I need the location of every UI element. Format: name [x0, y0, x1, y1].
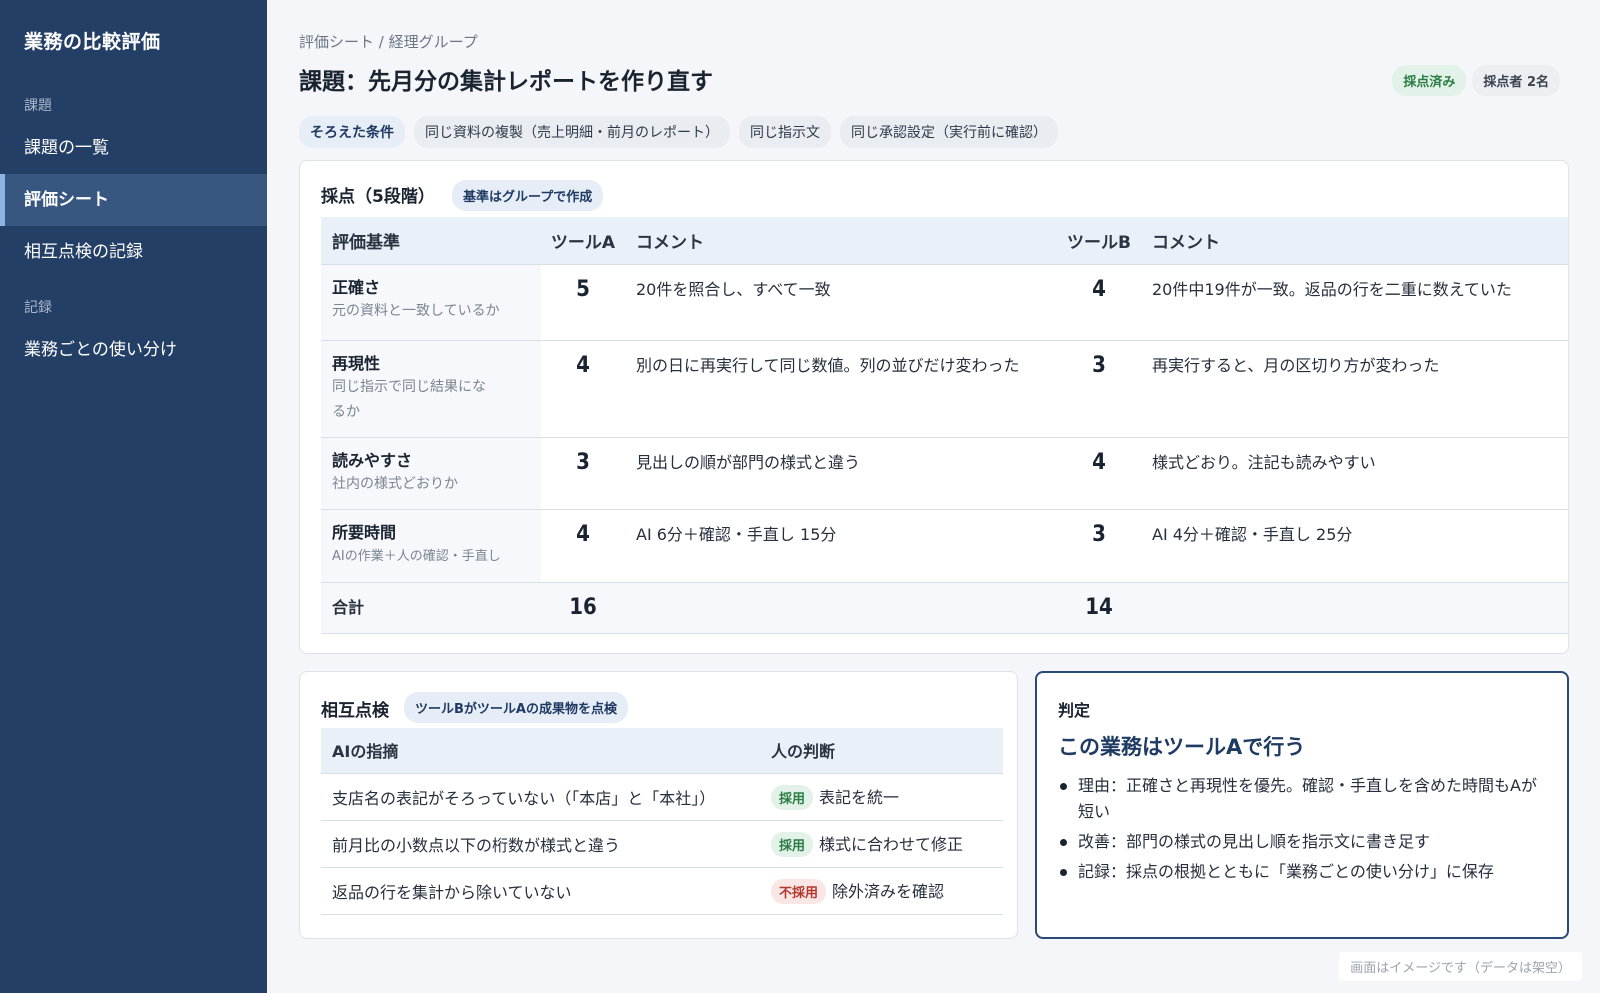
criterion-name: 再現性 [332, 353, 381, 373]
criterion-description: AIの作業＋人の確認・手直し [332, 548, 501, 564]
criterion-name: 正確さ [332, 277, 381, 297]
status-badges: 採点済み 採点者 2名 [1392, 65, 1560, 96]
verdict-point-reason: 理由：正確さと再現性を優先。確認・手直しを含めた時間もAが短い [1058, 773, 1548, 825]
total-label: 合計 [321, 582, 541, 634]
nav-section-tasks: 課題 [24, 98, 52, 114]
score-tool-b: 3 [1057, 340, 1141, 438]
criterion-description: 社内の様式どおりか [332, 475, 458, 492]
verdict-label: 判定 [1058, 701, 1091, 720]
criterion-cell: 再現性 同じ指示で同じ結果になるか [321, 340, 541, 438]
cross-check-card: 相互点検 ツールBがツールAの成果物を点検 AIの指摘 人の判断 支店名の表記が… [299, 671, 1018, 939]
score-tool-a: 3 [541, 437, 625, 510]
grader-count-badge: 採点者 2名 [1472, 65, 1560, 96]
criterion-name: 所要時間 [332, 522, 397, 542]
judgment-action: 除外済みを確認 [832, 881, 945, 901]
page-title: 課題：先月分の集計レポートを作り直す [299, 69, 713, 95]
table-row: 返品の行を集計から除いていない 不採用 除外済みを確認 [321, 867, 1003, 915]
table-row: 再現性 同じ指示で同じ結果になるか 4 別の日に再実行して同じ数値。列の並びだけ… [321, 340, 1568, 438]
condition-chip: 同じ承認設定（実行前に確認） [840, 116, 1058, 148]
header-criterion: 評価基準 [321, 217, 541, 265]
verdict-point-record: 記録：採点の根拠とともに「業務ごとの使い分け」に保存 [1058, 859, 1548, 885]
scoring-title: 採点（5段階） [321, 187, 435, 207]
total-tool-b: 14 [1057, 582, 1141, 634]
sidebar-item-usage-by-task[interactable]: 業務ごとの使い分け [0, 324, 267, 376]
human-judgment: 採用 表記を統一 [760, 773, 1003, 821]
header-comment-a: コメント [625, 217, 1057, 265]
table-row: 正確さ 元の資料と一致しているか 5 20件を照合し、すべて一致 4 20件中1… [321, 264, 1568, 341]
header-ai-finding: AIの指摘 [321, 728, 760, 774]
sidebar-item-cross-check-records[interactable]: 相互点検の記録 [0, 226, 267, 278]
criterion-cell: 正確さ 元の資料と一致しているか [321, 264, 541, 341]
header-human-judgment: 人の判断 [760, 728, 1003, 774]
verdict-point-improvement: 改善：部門の様式の見出し順を指示文に書き足す [1058, 829, 1548, 855]
total-row: 合計 16 14 [321, 582, 1568, 634]
table-row: 所要時間 AIの作業＋人の確認・手直し 4 AI 6分＋確認・手直し 15分 3… [321, 509, 1568, 583]
sidebar: 業務の比較評価 課題 課題の一覧 評価シート 相互点検の記録 記録 業務ごとの使… [0, 0, 267, 993]
verdict-points: 理由：正確さと再現性を優先。確認・手直しを含めた時間もAが短い 改善：部門の様式… [1058, 773, 1548, 889]
condition-chip: 同じ指示文 [739, 116, 831, 148]
adopted-tag: 採用 [771, 831, 814, 857]
score-tool-a: 4 [541, 340, 625, 438]
score-tool-b: 4 [1057, 437, 1141, 510]
condition-chip: 同じ資料の複製（売上明細・前月のレポート） [414, 116, 730, 148]
adopted-tag: 採用 [771, 784, 814, 810]
header-tool-a: ツールA [541, 217, 625, 265]
comment-tool-a: 20件を照合し、すべて一致 [625, 264, 1057, 341]
total-tool-a: 16 [541, 582, 625, 634]
criterion-description: 同じ指示で同じ結果になるか [332, 378, 486, 420]
cross-check-table: AIの指摘 人の判断 支店名の表記がそろっていない（「本店」と「本社」） 採用表… [321, 728, 1003, 915]
cross-check-note: ツールBがツールAの成果物を点検 [404, 692, 628, 723]
comment-tool-b: 20件中19件が一致。返品の行を二重に数えていた [1141, 264, 1568, 341]
comment-tool-a: AI 6分＋確認・手直し 15分 [625, 509, 1057, 583]
sidebar-item-task-list[interactable]: 課題の一覧 [0, 122, 267, 174]
criterion-cell: 所要時間 AIの作業＋人の確認・手直し [321, 509, 541, 583]
table-row: 支店名の表記がそろっていない（「本店」と「本社」） 採用 表記を統一 [321, 773, 1003, 821]
score-tool-b: 3 [1057, 509, 1141, 583]
judgment-action: 様式に合わせて修正 [819, 834, 964, 854]
criterion-description: 元の資料と一致しているか [332, 302, 500, 319]
main-content: 評価シート / 経理グループ 課題：先月分の集計レポートを作り直す 採点済み 採… [267, 0, 1600, 993]
conditions-label: そろえた条件 [299, 116, 405, 148]
criterion-cell: 読みやすさ 社内の様式どおりか [321, 437, 541, 510]
sidebar-item-evaluation-sheet[interactable]: 評価シート [0, 174, 267, 226]
verdict-headline: この業務はツールAで行う [1058, 735, 1306, 759]
human-judgment: 採用 様式に合わせて修正 [760, 820, 1003, 868]
comment-tool-b: AI 4分＋確認・手直し 25分 [1141, 509, 1568, 583]
header-comment-b: コメント [1141, 217, 1568, 265]
scoring-card: 採点（5段階） 基準はグループで作成 評価基準 ツールA コメント ツールB コ… [299, 160, 1569, 654]
ai-finding: 支店名の表記がそろっていない（「本店」と「本社」） [321, 773, 760, 821]
score-tool-a: 5 [541, 264, 625, 341]
footnote: 画面はイメージです（データは架空） [1339, 952, 1582, 981]
scoring-note: 基準はグループで作成 [452, 180, 604, 211]
ai-finding: 前月比の小数点以下の桁数が様式と違う [321, 820, 760, 868]
breadcrumb[interactable]: 評価シート / 経理グループ [299, 31, 478, 52]
scoring-table: 評価基準 ツールA コメント ツールB コメント 正確さ 元の資料と一致している… [321, 217, 1568, 634]
status-badge-scored: 採点済み [1392, 65, 1467, 96]
conditions-chips: そろえた条件 同じ資料の複製（売上明細・前月のレポート） 同じ指示文 同じ承認設… [299, 116, 1058, 148]
nav-section-records: 記録 [24, 300, 52, 316]
table-row: 読みやすさ 社内の様式どおりか 3 見出しの順が部門の様式と違う 4 様式どおり… [321, 437, 1568, 510]
ai-finding: 返品の行を集計から除いていない [321, 867, 760, 915]
criterion-name: 読みやすさ [332, 450, 413, 470]
score-tool-a: 4 [541, 509, 625, 583]
comment-tool-b: 様式どおり。注記も読みやすい [1141, 437, 1568, 510]
human-judgment: 不採用 除外済みを確認 [760, 867, 1003, 915]
header-tool-b: ツールB [1057, 217, 1141, 265]
table-row: 前月比の小数点以下の桁数が様式と違う 採用 様式に合わせて修正 [321, 820, 1003, 868]
app-title: 業務の比較評価 [24, 31, 161, 53]
cross-check-title: 相互点検 [321, 701, 389, 721]
rejected-tag: 不採用 [771, 878, 827, 904]
score-tool-b: 4 [1057, 264, 1141, 341]
judgment-action: 表記を統一 [819, 787, 900, 807]
comment-tool-a: 見出しの順が部門の様式と違う [625, 437, 1057, 510]
comment-tool-b: 再実行すると、月の区切り方が変わった [1141, 340, 1568, 438]
verdict-card: 判定 この業務はツールAで行う 理由：正確さと再現性を優先。確認・手直しを含めた… [1035, 671, 1569, 939]
comment-tool-a: 別の日に再実行して同じ数値。列の並びだけ変わった [625, 340, 1057, 438]
